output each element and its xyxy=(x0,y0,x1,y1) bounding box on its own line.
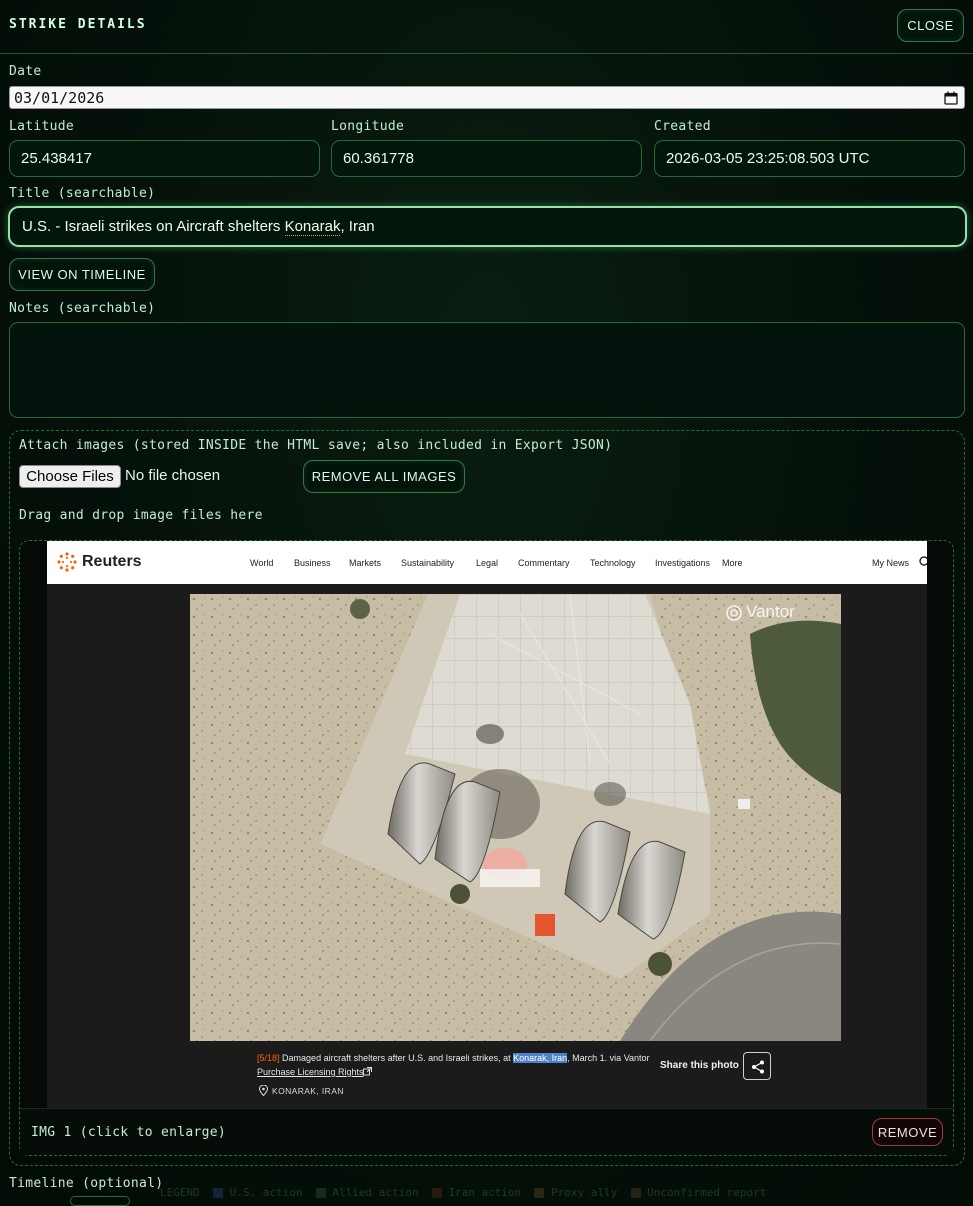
nav-sustainability: Sustainability xyxy=(401,558,455,568)
legend-label: LEGEND xyxy=(160,1186,200,1199)
nav-legal: Legal xyxy=(476,558,499,568)
title-text-suffix: , Iran xyxy=(340,218,375,235)
reuters-brand: Reuters xyxy=(82,553,142,570)
title-text-prefix: U.S. - Israeli strikes on Aircraft shelt… xyxy=(22,218,285,235)
nav-more: More xyxy=(722,558,743,568)
nav-commentary: Commentary xyxy=(518,558,570,568)
timeline-control[interactable] xyxy=(70,1196,130,1206)
nav-investigations: Investigations xyxy=(655,558,711,568)
legend-swatch-unconfirmed xyxy=(630,1188,641,1198)
nav-my-news: My News xyxy=(872,558,910,568)
legend-item-iran: Iran action xyxy=(448,1186,522,1199)
latitude-input[interactable]: 25.438417 xyxy=(9,140,320,177)
title-spellcheck-word: Konarak xyxy=(284,217,341,236)
photo-caption: [5/18] Damaged aircraft shelters after U… xyxy=(257,1053,650,1063)
photo-location: KONARAK, IRAN xyxy=(272,1086,344,1096)
notes-label: Notes (searchable) xyxy=(9,301,156,316)
legend-strip: LEGEND U.S. action Allied action Iran ac… xyxy=(160,1186,766,1199)
longitude-input[interactable]: 60.361778 xyxy=(331,140,642,177)
choose-files-button[interactable]: Choose Files xyxy=(19,465,121,488)
remove-all-images-button[interactable]: REMOVE ALL IMAGES xyxy=(303,460,465,493)
title-label: Title (searchable) xyxy=(9,186,156,201)
reuters-header: Reuters World Business Markets Sustainab… xyxy=(47,541,927,584)
nav-markets: Markets xyxy=(349,558,382,568)
vantor-watermark: Vantor xyxy=(746,602,795,621)
aerial-photo: Vantor xyxy=(190,594,841,1041)
header-divider xyxy=(0,53,973,54)
title-input[interactable]: U.S. - Israeli strikes on Aircraft shelt… xyxy=(8,206,967,247)
photo-counter: [5/18] xyxy=(257,1053,280,1063)
photo-caption-suffix: , March 1. via Vantor xyxy=(567,1053,650,1063)
date-label: Date xyxy=(9,64,42,79)
reuters-logo-icon xyxy=(57,552,77,572)
longitude-label: Longitude xyxy=(331,119,405,134)
legend-item-unconfirmed: Unconfirmed report xyxy=(647,1186,767,1199)
calendar-icon[interactable] xyxy=(944,91,958,105)
date-value: 03/01/2026 xyxy=(14,88,105,107)
close-button[interactable]: CLOSE xyxy=(897,9,964,42)
strike-details-panel: STRIKE DETAILS CLOSE Date 03/01/2026 Lat… xyxy=(0,0,973,1206)
legend-swatch-us xyxy=(213,1188,223,1198)
share-photo-label: Share this photo xyxy=(660,1060,739,1071)
attached-image-thumbnail[interactable]: Reuters World Business Markets Sustainab… xyxy=(47,541,927,1108)
panel-title: STRIKE DETAILS xyxy=(9,17,147,32)
share-button xyxy=(743,1052,771,1080)
notes-textarea[interactable] xyxy=(9,322,965,418)
vantor-logo-icon xyxy=(726,605,742,621)
search-icon xyxy=(919,556,927,566)
image-caption[interactable]: IMG 1 (click to enlarge) xyxy=(31,1125,226,1140)
photo-caption-prefix: Damaged aircraft shelters after U.S. and… xyxy=(282,1053,514,1063)
drag-drop-hint: Drag and drop image files here xyxy=(19,508,263,523)
legend-swatch-proxy xyxy=(534,1188,545,1198)
share-icon xyxy=(752,1060,764,1074)
legend-item-allied: Allied action xyxy=(332,1186,419,1199)
legend-swatch-allied xyxy=(315,1188,326,1198)
date-input[interactable]: 03/01/2026 xyxy=(9,86,965,109)
attach-instructions: Attach images (stored INSIDE the HTML sa… xyxy=(19,438,613,453)
legend-item-proxy: Proxy ally xyxy=(551,1186,618,1199)
purchase-licensing-link: Purchase Licensing Rights xyxy=(257,1067,364,1077)
location-pin-icon xyxy=(259,1085,268,1096)
latitude-label: Latitude xyxy=(9,119,75,134)
view-on-timeline-button[interactable]: VIEW ON TIMELINE xyxy=(9,258,155,291)
created-label: Created xyxy=(654,119,711,134)
external-link-icon xyxy=(363,1067,372,1076)
nav-world: World xyxy=(250,558,274,568)
photo-caption-highlight: Konarak, Iran xyxy=(513,1053,568,1063)
remove-image-button[interactable]: REMOVE xyxy=(872,1118,943,1146)
legend-item-us: U.S. action xyxy=(229,1186,303,1199)
legend-swatch-iran xyxy=(431,1188,442,1198)
created-field: 2026-03-05 23:25:08.503 UTC xyxy=(654,140,965,177)
nav-business: Business xyxy=(294,558,331,568)
nav-technology: Technology xyxy=(590,558,636,568)
timeline-label: Timeline (optional) xyxy=(9,1176,164,1191)
no-file-chosen-text: No file chosen xyxy=(125,467,221,484)
